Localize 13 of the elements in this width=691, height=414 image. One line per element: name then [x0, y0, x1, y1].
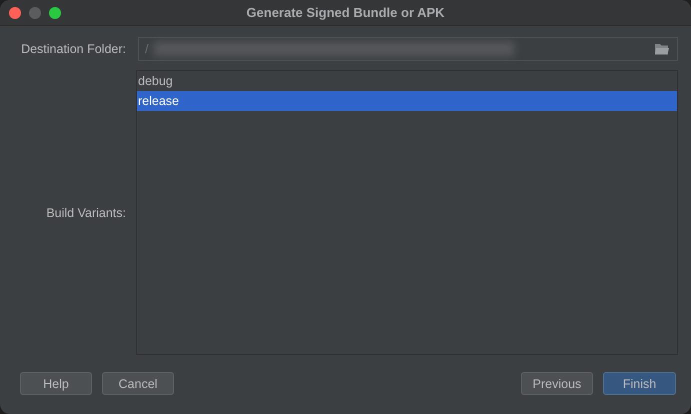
- finish-button[interactable]: Finish: [603, 372, 676, 396]
- dialog-button[interactable]: Previous: [521, 372, 593, 396]
- field-value: /: [145, 42, 148, 56]
- folder-icon[interactable]: [655, 43, 669, 56]
- list-item[interactable]: debug: [137, 71, 677, 92]
- field-label: Build Variants:: [45, 206, 126, 220]
- close-button[interactable]: [9, 6, 21, 19]
- window-title: Generate Signed Bundle or APK: [246, 5, 445, 20]
- list-item[interactable]: release: [137, 91, 677, 112]
- maximize-button[interactable]: [49, 6, 61, 19]
- dialog-button[interactable]: Help: [20, 372, 92, 396]
- field-label: Destination Folder:: [20, 42, 126, 56]
- dialog-button[interactable]: Cancel: [102, 372, 174, 396]
